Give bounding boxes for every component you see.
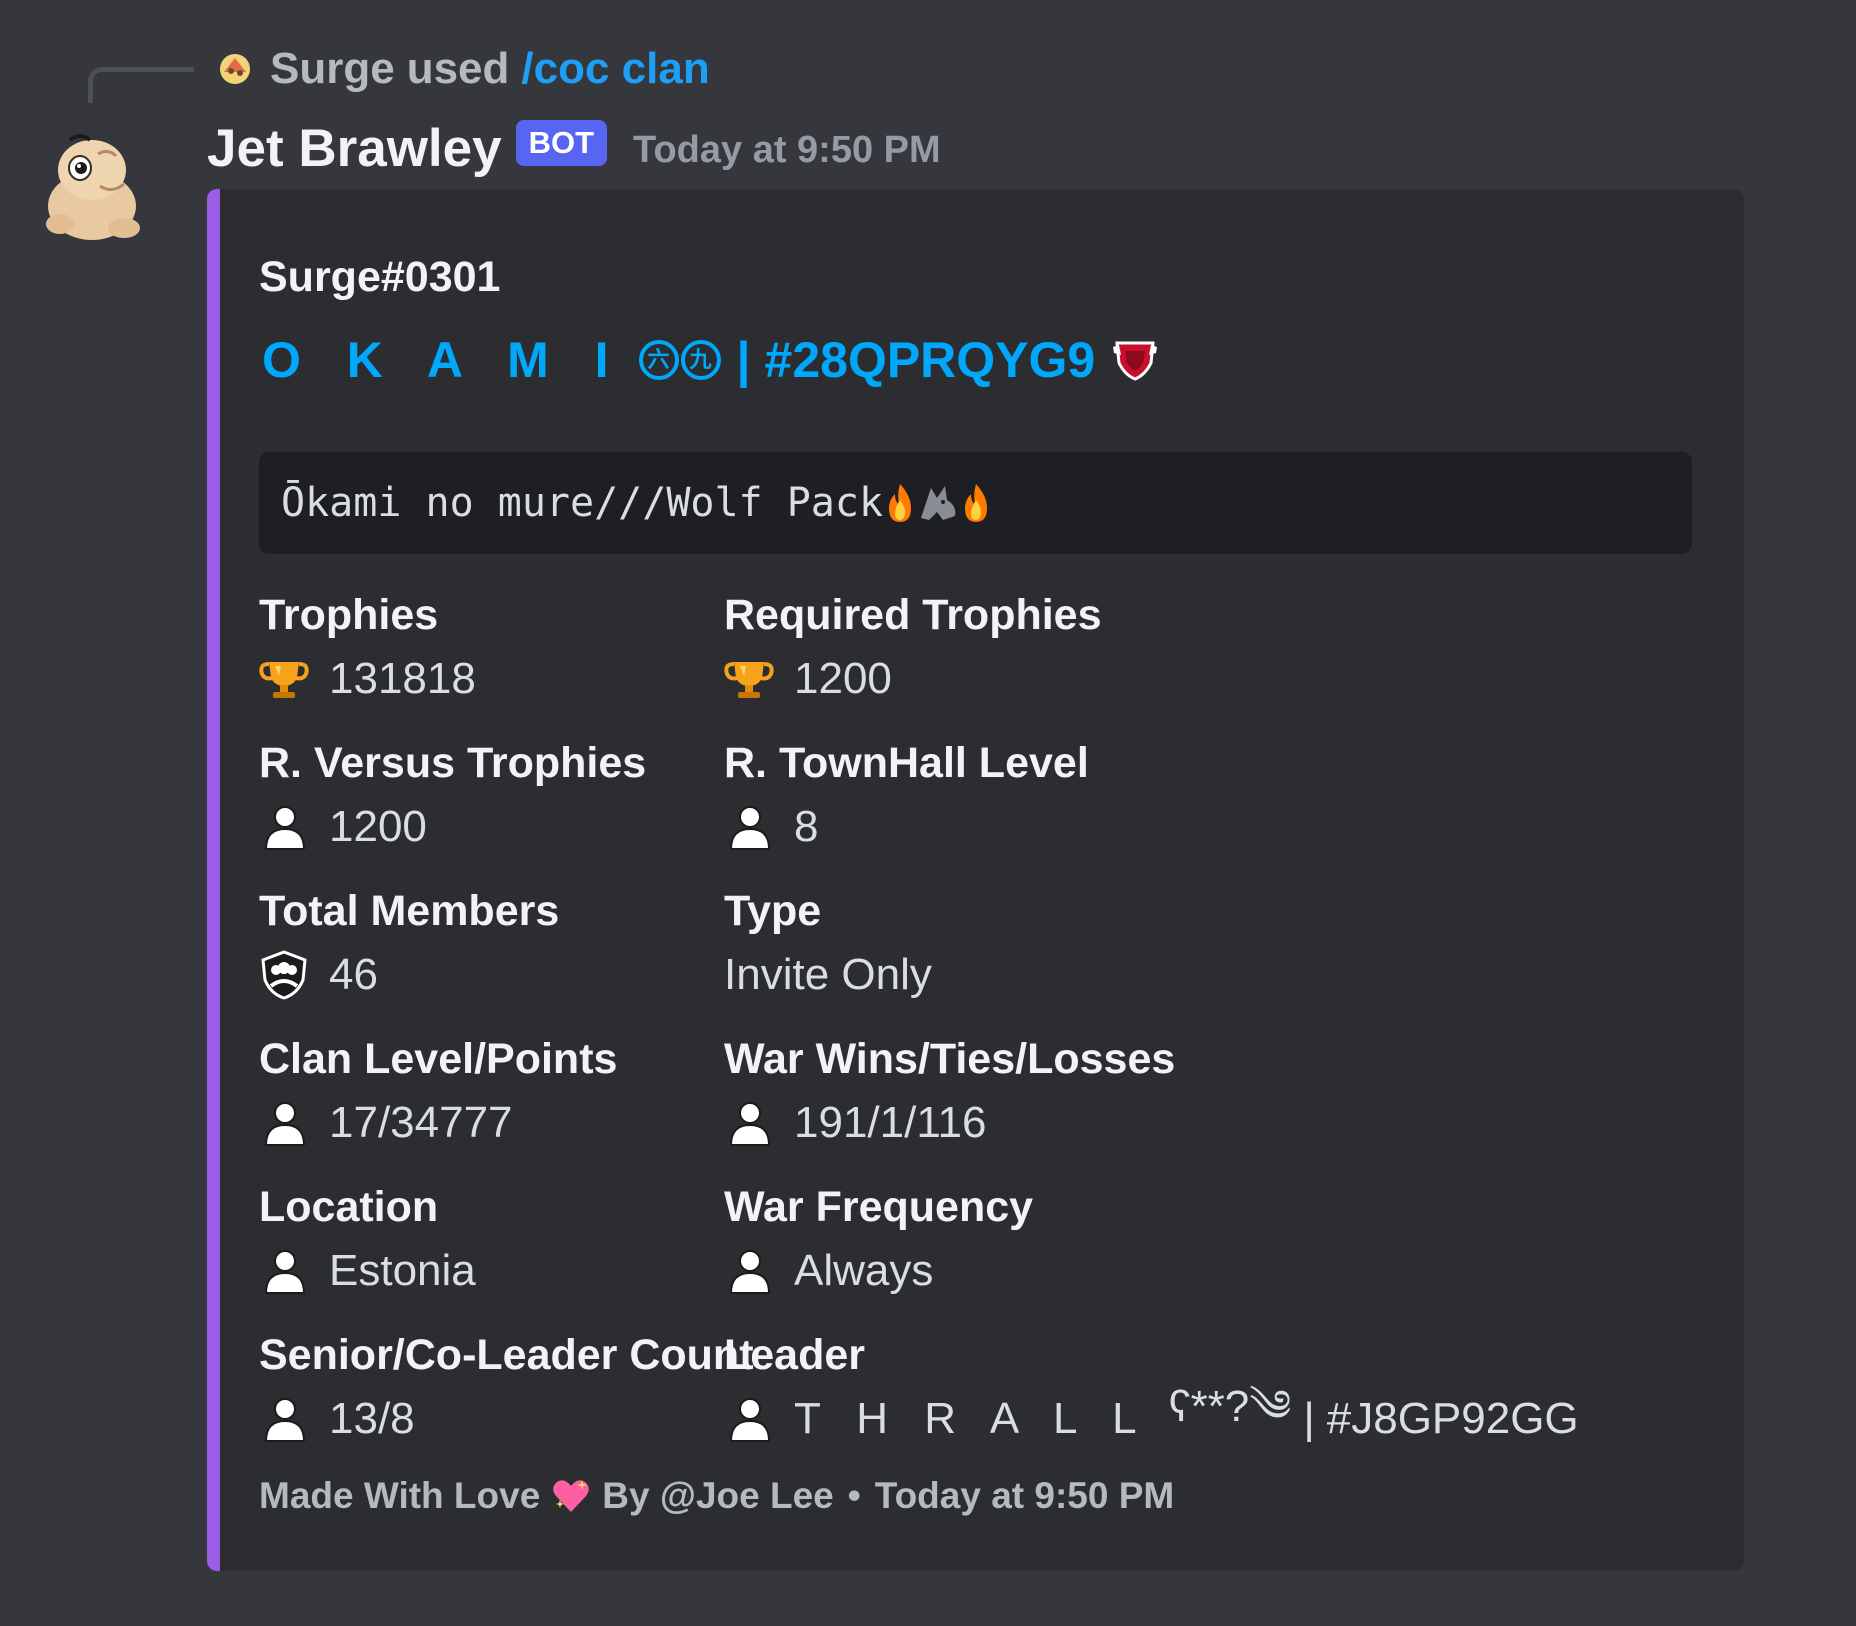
field-value: 17/34777 [259, 1097, 799, 1149]
person-icon [729, 1102, 771, 1146]
field-name: Location [259, 1183, 439, 1231]
field-value: 191/1/116 [724, 1097, 1264, 1149]
footer-made-with: Made With Love [259, 1475, 541, 1516]
field-name: War Wins/Ties/Losses [724, 1035, 1176, 1083]
reply-username[interactable]: Surge [270, 44, 395, 94]
title-separator: | [736, 332, 751, 388]
clan-description: Ōkami no mure///Wolf Pack [259, 452, 1692, 554]
field-value: Invite Only [724, 949, 1264, 1001]
field-location: Location Estonia [259, 1181, 799, 1297]
embed-title[interactable]: O K A M I 六 九 | #28QPRQYG9 [262, 331, 1159, 389]
person-icon [729, 1250, 771, 1294]
field-name: War Frequency [724, 1183, 1034, 1231]
field-name: Total Members [259, 887, 560, 935]
circled-glyph-1: 六 [638, 340, 679, 380]
reply-reference[interactable]: Surge used /coc clan [218, 44, 710, 94]
field-value-text: 1200 [794, 654, 892, 703]
footer-timestamp: Today at 9:50 PM [874, 1475, 1175, 1516]
footer-author: By @Joe Lee [602, 1475, 834, 1516]
field-name: Type [724, 887, 822, 935]
field-value-text: 131818 [329, 654, 476, 703]
field-value: 46 [259, 949, 799, 1001]
author-username[interactable]: Jet Brawley [207, 118, 502, 179]
leader-name: T H R A L L [794, 1394, 1149, 1443]
discord-message-view: Surge used /coc clan Jet Brawley BOT Tod… [0, 0, 1856, 1626]
field-value-text: 1200 [329, 802, 427, 851]
bot-avatar[interactable] [40, 124, 150, 244]
field-value: T H R A L L ʕ**?༄ | #J8GP92GG [724, 1382, 1624, 1445]
field-required-trophies: Required Trophies 1200 [724, 589, 1264, 705]
wolf-icon [921, 486, 956, 520]
field-value-text: Invite Only [724, 950, 932, 999]
field-value: 131818 [259, 653, 799, 705]
bot-badge: BOT [515, 119, 608, 166]
field-name: Clan Level/Points [259, 1035, 618, 1083]
circled-glyphs: 六 九 [638, 340, 723, 380]
field-leader: Leader T H R A L L ʕ**?༄ | #J8GP92GG [724, 1329, 1624, 1445]
circled-glyph-2: 九 [680, 340, 721, 380]
field-senior-coleader-count: Senior/Co-Leader Count 13/8 [259, 1329, 799, 1445]
person-icon [264, 1398, 306, 1442]
field-name: R. Versus Trophies [259, 739, 647, 787]
field-value-text: 17/34777 [329, 1098, 513, 1147]
description-text: Ōkami no mure///Wolf Pack [281, 480, 884, 526]
field-value-text: 8 [794, 802, 819, 851]
field-townhall-level: R. TownHall Level 8 [724, 737, 1264, 853]
field-value: Estonia [259, 1245, 799, 1297]
field-value: Always [724, 1245, 1264, 1297]
field-clan-level-points: Clan Level/Points 17/34777 [259, 1033, 799, 1149]
message-timestamp[interactable]: Today at 9:50 PM [633, 129, 941, 172]
field-value: 1200 [259, 801, 799, 853]
field-value: 13/8 [259, 1393, 799, 1445]
field-value-text: Estonia [329, 1246, 476, 1295]
members-badge-icon [261, 950, 307, 1000]
field-war-frequency: War Frequency Always [724, 1181, 1264, 1297]
embed-accent-bar [207, 189, 220, 1571]
field-value-text: 13/8 [329, 1394, 415, 1443]
footer-separator: • [847, 1475, 861, 1516]
field-value-text: Always [794, 1246, 934, 1295]
field-name: Trophies [259, 591, 439, 639]
embed-author: Surge#0301 [259, 253, 501, 301]
field-type: Type Invite Only [724, 885, 1264, 1001]
field-name: Senior/Co-Leader Count [259, 1331, 754, 1379]
message-header: Jet Brawley BOT Today at 9:50 PM [207, 118, 941, 179]
field-war-record: War Wins/Ties/Losses 191/1/116 [724, 1033, 1264, 1149]
sparkling-heart-icon [553, 1480, 590, 1512]
person-icon [264, 1102, 306, 1146]
fire-icon [965, 484, 988, 522]
field-value-text: 46 [329, 950, 378, 999]
reply-verb: used [406, 44, 510, 93]
reply-avatar-icon [220, 54, 250, 84]
person-icon [729, 1398, 771, 1442]
trophy-icon [259, 662, 309, 698]
clan-embed: Surge#0301 O K A M I 六 九 | #28QPRQYG9 Ōk… [207, 189, 1744, 1571]
field-versus-trophies: R. Versus Trophies 1200 [259, 737, 799, 853]
person-icon [264, 1250, 306, 1294]
field-name: Required Trophies [724, 591, 1102, 639]
person-icon [729, 806, 771, 850]
leader-glyph: ʕ**?༄ [1168, 1382, 1292, 1431]
trophy-icon [724, 662, 774, 698]
reply-command-link[interactable]: /coc clan [521, 44, 709, 94]
field-value: 1200 [724, 653, 1264, 705]
field-trophies: Trophies 131818 [259, 589, 799, 705]
field-name: R. TownHall Level [724, 739, 1089, 787]
fire-icon [889, 484, 912, 522]
clan-name: O K A M I [262, 332, 625, 388]
field-total-members: Total Members 46 [259, 885, 799, 1001]
field-value-text: 191/1/116 [794, 1098, 987, 1147]
leader-separator: | [1303, 1394, 1315, 1443]
clan-tag: #28QPRQYG9 [764, 332, 1096, 388]
embed-footer: Made With Love By @Joe Lee • Today at 9:… [259, 1475, 1174, 1517]
field-value: 8 [724, 801, 1264, 853]
leader-tag: #J8GP92GG [1326, 1394, 1579, 1443]
person-icon [264, 806, 306, 850]
clan-badge-icon [1113, 341, 1158, 381]
reply-spine [88, 67, 194, 103]
